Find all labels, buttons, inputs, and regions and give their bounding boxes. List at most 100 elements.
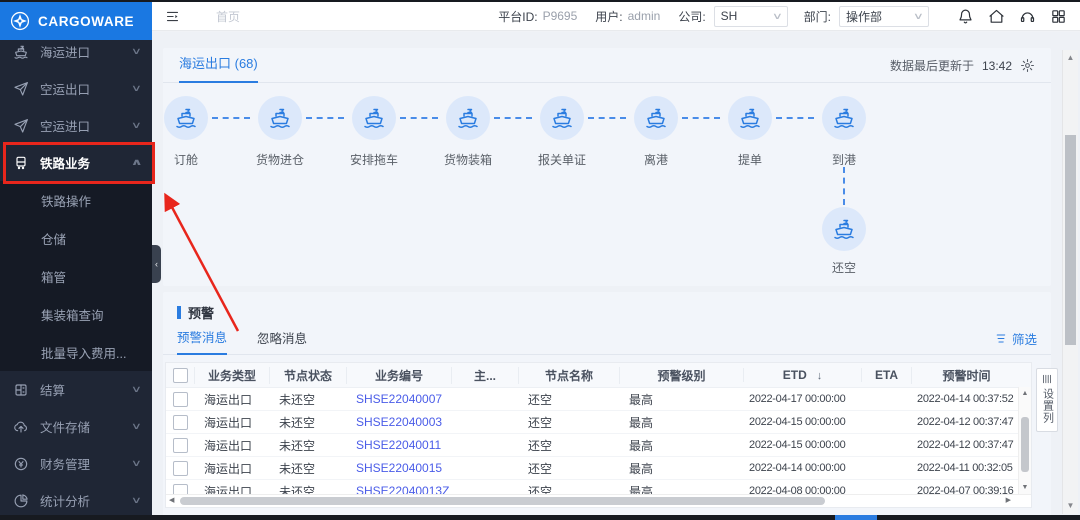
sort-desc-icon[interactable]: ↓ (817, 370, 823, 382)
tab-sea-export[interactable]: 海运出口 (68) (179, 53, 258, 83)
top-header: 首页 平台ID: P9695 用户: admin 公司: SH ∨ (152, 2, 1080, 31)
row-checkbox[interactable] (173, 415, 188, 430)
column-header-business-type[interactable]: 业务类型 (194, 367, 269, 384)
column-header-master-no[interactable]: 主... (451, 367, 518, 384)
alerts-title-row: 预警 (163, 292, 1051, 328)
sidebar-menu: 海运进口∨空运出口∨空运进口∨铁路业务∧铁路操作仓储箱管集装箱查询批量导入费用.… (0, 33, 152, 519)
filter-label: 筛选 (1012, 329, 1037, 348)
row-select-cell (166, 392, 194, 407)
table-row[interactable]: 海运出口未还空SHSE22040007还空最高2022-04-17 00:00:… (166, 388, 1031, 411)
column-header-alert-level[interactable]: 预警级别 (619, 367, 743, 384)
tab-home[interactable]: 首页 (216, 8, 240, 25)
workflow-branch-step (822, 207, 866, 251)
sidebar-subitem[interactable]: 仓储 (0, 219, 152, 257)
column-header-etd[interactable]: ETD↓ (743, 368, 861, 382)
column-settings-tab[interactable]: 设置列 (1036, 368, 1058, 432)
sidebar-item[interactable]: 空运进口∨ (0, 107, 152, 144)
table-horizontal-scrollbar[interactable]: ◀ ▶ (166, 494, 1031, 507)
scroll-right-arrow[interactable]: ▶ (1006, 495, 1011, 507)
cell-node-status: 未还空 (269, 414, 346, 431)
grid-icon[interactable] (1050, 8, 1067, 25)
sidebar-item[interactable]: 统计分析∨ (0, 482, 152, 519)
data-updated-time: 13:42 (982, 59, 1012, 73)
department-label: 部门: (804, 8, 831, 25)
table-row[interactable]: 海运出口未还空SHSE22040015还空最高2022-04-14 00:00:… (166, 457, 1031, 480)
business-no-link[interactable]: SHSE22040003 (356, 415, 442, 429)
cell-business-no: SHSE22040011 (346, 438, 451, 452)
pie-chart-icon (13, 493, 29, 509)
page-scrollbar[interactable]: ▲ ▼ (1062, 50, 1078, 514)
chevron-down-icon: ∨ (131, 120, 142, 131)
cell-business-no: SHSE22040015 (346, 461, 451, 475)
chevron-down-icon: ∨ (131, 495, 142, 506)
sidebar-item-label: 海运进口 (40, 42, 133, 61)
table-row[interactable]: 海运出口未还空SHSE22040003还空最高2022-04-15 00:00:… (166, 411, 1031, 434)
row-checkbox[interactable] (173, 461, 188, 476)
select-all-checkbox[interactable] (173, 368, 188, 383)
table-hscroll-thumb[interactable] (180, 497, 825, 505)
department-select[interactable]: 操作部 ∨ (839, 6, 929, 27)
platform-id: 平台ID: P9695 (498, 8, 577, 25)
department-select-value: 操作部 (846, 8, 882, 25)
filter-button[interactable]: 筛选 (994, 329, 1037, 354)
menu-fold-icon[interactable] (165, 9, 180, 24)
workflow-tabrow: 海运出口 (68) 数据最后更新于 13:42 (163, 48, 1051, 83)
sidebar-collapse-handle[interactable]: ‹ (152, 245, 161, 283)
chevron-down-icon: ∨ (913, 11, 924, 22)
table-row[interactable]: 海运出口未还空SHSE22040011还空最高2022-04-15 00:00:… (166, 434, 1031, 457)
sidebar-item-label: 统计分析 (40, 491, 133, 510)
ship-icon (728, 96, 772, 140)
column-header-eta[interactable]: ETA (861, 368, 911, 382)
company-select[interactable]: SH ∨ (714, 6, 788, 27)
tab-alert-messages[interactable]: 预警消息 (177, 327, 227, 355)
window-bottom-edge (0, 515, 1080, 520)
business-no-link[interactable]: SHSE22040015 (356, 461, 442, 475)
home-icon[interactable] (988, 8, 1005, 25)
sidebar-item[interactable]: 结算∨ (0, 371, 152, 408)
scroll-up-arrow[interactable]: ▲ (1063, 52, 1078, 64)
ship-icon (540, 96, 584, 140)
scroll-down-arrow[interactable]: ▼ (1063, 500, 1078, 512)
sidebar-item-label: 结算 (40, 380, 133, 399)
page-scrollbar-thumb[interactable] (1065, 135, 1076, 345)
sidebar-subitem[interactable]: 集装箱查询 (0, 295, 152, 333)
brand-name: CARGOWARE (38, 14, 134, 29)
tab-ignored-messages[interactable]: 忽略消息 (257, 328, 307, 354)
scroll-down-arrow[interactable]: ▼ (1019, 483, 1031, 493)
sidebar-item[interactable]: 空运出口∨ (0, 70, 152, 107)
sidebar-subitem[interactable]: 批量导入费用... (0, 333, 152, 371)
annotation-highlight-rect (3, 142, 155, 184)
cloud-upload-icon (13, 419, 29, 435)
sidebar-item[interactable]: 文件存储∨ (0, 408, 152, 445)
row-checkbox[interactable] (173, 392, 188, 407)
column-header-alert-time[interactable]: 预警时间 (911, 367, 1021, 384)
title-accent-bar (177, 306, 181, 319)
sidebar-item[interactable]: 财务管理∨ (0, 445, 152, 482)
row-select-cell (166, 438, 194, 453)
column-header-node-name[interactable]: 节点名称 (518, 367, 619, 384)
cell-alert-time: 2022-04-12 00:37:47 (911, 416, 1021, 428)
scroll-left-arrow[interactable]: ◀ (169, 495, 174, 507)
platform-id-label: 平台ID: (498, 8, 537, 25)
table-vertical-scrollbar[interactable]: ▲ ▼ (1018, 387, 1031, 495)
scroll-up-arrow[interactable]: ▲ (1019, 389, 1031, 399)
cell-etd: 2022-04-15 00:00:00 (743, 439, 861, 451)
ship-icon (446, 96, 490, 140)
row-checkbox[interactable] (173, 438, 188, 453)
bell-icon[interactable] (957, 8, 974, 25)
cell-etd: 2022-04-17 00:00:00 (743, 393, 861, 405)
cell-alert-time: 2022-04-14 00:37:52 (911, 393, 1021, 405)
company: 公司: (678, 8, 705, 25)
alerts-table: 业务类型节点状态业务编号主...节点名称预警级别ETD↓ETA预警时间 海运出口… (165, 362, 1032, 508)
column-header-business-no[interactable]: 业务编号 (346, 367, 451, 384)
table-vscroll-thumb[interactable] (1021, 417, 1029, 472)
sidebar-subitem[interactable]: 箱管 (0, 257, 152, 295)
business-no-link[interactable]: SHSE22040011 (356, 438, 441, 452)
gear-icon[interactable] (1020, 58, 1035, 73)
window-bottom-accent (835, 515, 877, 520)
sidebar-subitem[interactable]: 铁路操作 (0, 181, 152, 219)
business-no-link[interactable]: SHSE22040007 (356, 392, 442, 406)
brand-logo[interactable]: CARGOWARE (0, 2, 152, 40)
headset-icon[interactable] (1019, 8, 1036, 25)
column-header-node-status[interactable]: 节点状态 (269, 367, 346, 384)
